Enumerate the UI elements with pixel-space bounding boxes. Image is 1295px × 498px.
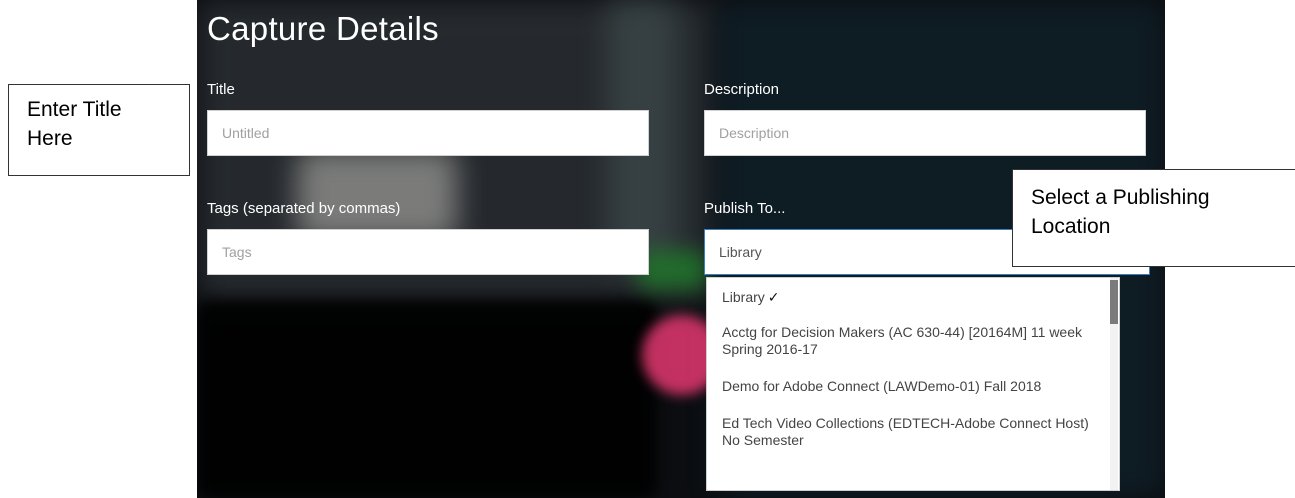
dropdown-scrollbar[interactable] [1110,278,1118,490]
publish-option-label: Demo for Adobe Connect (LAWDemo-01) Fall… [722,378,1042,394]
callout-enter-title-line1: Enter Title [27,98,122,121]
callout-publishing-location-line1: Select a Publishing [1031,186,1210,209]
callout-publishing-location: Select a Publishing Location [1012,169,1295,267]
publish-option-label: Library [722,289,765,305]
description-input[interactable] [704,110,1146,156]
publish-to-options: Library ✓ Acctg for Decision Makers (AC 6… [707,278,1109,459]
publish-to-dropdown: Library ✓ Acctg for Decision Makers (AC 6… [706,277,1120,491]
title-input[interactable] [207,110,649,156]
title-label: Title [207,81,235,98]
publish-option-library[interactable]: Library ✓ [707,278,1109,316]
background-blur-region [297,150,457,240]
publish-to-selected-value: Library [719,244,762,260]
callout-enter-title: Enter Title Here [8,84,190,176]
page-title: Capture Details [207,10,439,47]
description-label: Description [704,81,780,98]
background-blur-region [197,300,657,498]
tags-input[interactable] [207,229,649,275]
publish-option-acctg[interactable]: Acctg for Decision Makers (AC 630-44) [2… [707,316,1109,368]
callout-enter-title-line2: Here [27,127,73,150]
publish-option-ed-tech[interactable]: Ed Tech Video Collections (EDTECH-Adobe … [707,407,1109,459]
publish-option-label: Ed Tech Video Collections (EDTECH-Adobe … [722,415,1089,448]
publish-option-demo-adobe-connect[interactable]: Demo for Adobe Connect (LAWDemo-01) Fall… [707,368,1109,407]
scrollbar-thumb[interactable] [1110,280,1118,324]
callout-publishing-location-line2: Location [1031,215,1111,238]
checkmark-icon: ✓ [767,289,780,305]
publish-option-label: Acctg for Decision Makers (AC 630-44) [2… [722,324,1083,357]
tags-label: Tags (separated by commas) [207,200,401,217]
publish-to-label: Publish To... [704,200,786,217]
